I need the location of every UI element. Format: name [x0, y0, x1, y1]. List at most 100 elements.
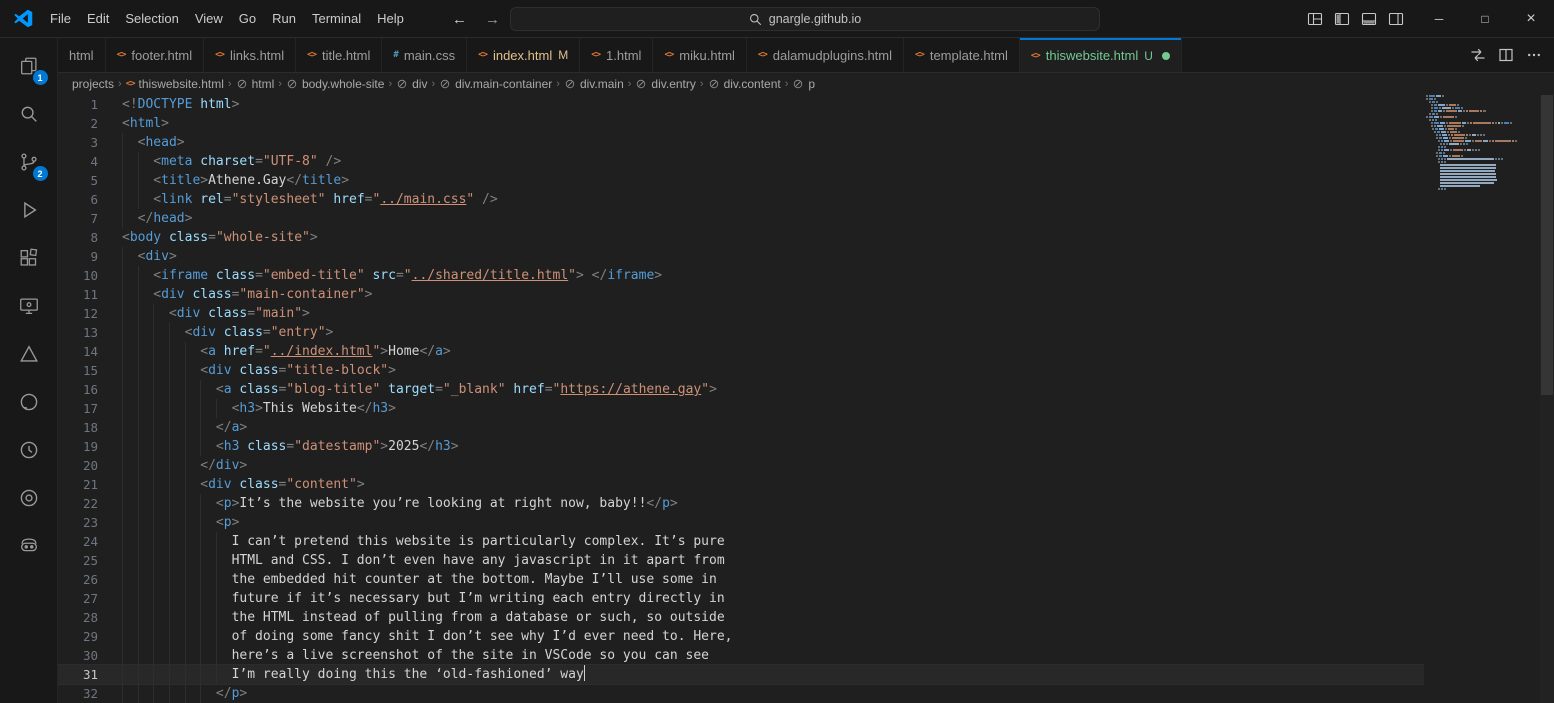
code-text[interactable]: here’s a live screenshot of the site in …	[122, 646, 1424, 665]
forward-button[interactable]: →	[485, 11, 500, 28]
breadcrumb-item-div.content[interactable]: div.content	[708, 77, 781, 91]
code-line[interactable]: 14 <a href="../index.html">Home</a>	[58, 342, 1424, 361]
unsaved-dot-icon[interactable]	[1162, 52, 1170, 60]
code-line[interactable]: 25 HTML and CSS. I don’t even have any j…	[58, 551, 1424, 570]
line-number[interactable]: 20	[58, 456, 122, 475]
code-line[interactable]: 29 of doing some fancy shit I don’t see …	[58, 627, 1424, 646]
code-text[interactable]: <a href="../index.html">Home</a>	[122, 342, 1424, 361]
code-line[interactable]: 28 the HTML instead of pulling from a da…	[58, 608, 1424, 627]
code-line[interactable]: 1<!DOCTYPE html>	[58, 95, 1424, 114]
menu-view[interactable]: View	[187, 7, 231, 30]
code-text[interactable]: <iframe class="embed-title" src="../shar…	[122, 266, 1424, 285]
line-number[interactable]: 16	[58, 380, 122, 399]
breadcrumb-item-thiswebsite.html[interactable]: <>thiswebsite.html	[126, 77, 224, 91]
code-line[interactable]: 23 <p>	[58, 513, 1424, 532]
open-changes-icon[interactable]	[1470, 47, 1486, 63]
line-number[interactable]: 29	[58, 627, 122, 646]
tab-links.html[interactable]: <>links.html	[204, 38, 296, 72]
code-text[interactable]: <div class="content">	[122, 475, 1424, 494]
menu-selection[interactable]: Selection	[117, 7, 186, 30]
tab-main.css[interactable]: #main.css	[382, 38, 467, 72]
code-text[interactable]: </div>	[122, 456, 1424, 475]
menu-edit[interactable]: Edit	[79, 7, 117, 30]
line-number[interactable]: 14	[58, 342, 122, 361]
breadcrumb-item-body.whole-site[interactable]: body.whole-site	[286, 77, 385, 91]
copilot-icon[interactable]	[5, 522, 53, 570]
code-line[interactable]: 26 the embedded hit counter at the botto…	[58, 570, 1424, 589]
breadcrumb-item-projects[interactable]: projects	[72, 77, 114, 91]
code-area[interactable]: 1<!DOCTYPE html>2<html>3 <head>4 <meta c…	[58, 95, 1424, 703]
line-number[interactable]: 2	[58, 114, 122, 133]
line-number[interactable]: 7	[58, 209, 122, 228]
code-line[interactable]: 30 here’s a live screenshot of the site …	[58, 646, 1424, 665]
command-center[interactable]: gnargle.github.io	[510, 7, 1100, 31]
line-number[interactable]: 9	[58, 247, 122, 266]
breadcrumb-item-html[interactable]: html	[236, 77, 275, 91]
code-line[interactable]: 27 future if it’s necessary but I’m writ…	[58, 589, 1424, 608]
code-text[interactable]: HTML and CSS. I don’t even have any java…	[122, 551, 1424, 570]
minimap[interactable]	[1426, 95, 1540, 703]
breadcrumb-item-div.main-container[interactable]: div.main-container	[439, 77, 552, 91]
tab-miku.html[interactable]: <>miku.html	[653, 38, 746, 72]
code-text[interactable]: future if it’s necessary but I’m writing…	[122, 589, 1424, 608]
code-line[interactable]: 21 <div class="content">	[58, 475, 1424, 494]
tab-template.html[interactable]: <>template.html	[904, 38, 1020, 72]
code-text[interactable]: <!DOCTYPE html>	[122, 95, 1424, 114]
code-text[interactable]: <a class="blog-title" target="_blank" hr…	[122, 380, 1424, 399]
code-line[interactable]: 2<html>	[58, 114, 1424, 133]
tab-title.html[interactable]: <>title.html	[296, 38, 382, 72]
maximize-button[interactable]: □	[1462, 0, 1508, 38]
line-number[interactable]: 4	[58, 152, 122, 171]
tab-footer.html[interactable]: <>footer.html	[106, 38, 205, 72]
line-number[interactable]: 12	[58, 304, 122, 323]
scrollbar-thumb[interactable]	[1541, 95, 1553, 395]
code-text[interactable]: I can’t pretend this website is particul…	[122, 532, 1424, 551]
code-text[interactable]: <h3>This Website</h3>	[122, 399, 1424, 418]
line-number[interactable]: 26	[58, 570, 122, 589]
split-editor-icon[interactable]	[1498, 47, 1514, 63]
code-text[interactable]: <div class="main">	[122, 304, 1424, 323]
breadcrumb-item-div.entry[interactable]: div.entry	[635, 77, 695, 91]
tab-thiswebsite.html[interactable]: <>thiswebsite.htmlU	[1020, 38, 1182, 72]
code-line[interactable]: 18 </a>	[58, 418, 1424, 437]
code-text[interactable]: the HTML instead of pulling from a datab…	[122, 608, 1424, 627]
toggle-secondary-sidebar-icon[interactable]	[1388, 11, 1404, 27]
code-line[interactable]: 16 <a class="blog-title" target="_blank"…	[58, 380, 1424, 399]
code-text[interactable]: <html>	[122, 114, 1424, 133]
code-line[interactable]: 4 <meta charset="UTF-8" />	[58, 152, 1424, 171]
code-text[interactable]: <head>	[122, 133, 1424, 152]
line-number[interactable]: 21	[58, 475, 122, 494]
line-number[interactable]: 24	[58, 532, 122, 551]
menu-run[interactable]: Run	[264, 7, 304, 30]
breadcrumb-item-div.main[interactable]: div.main	[564, 77, 624, 91]
minimize-button[interactable]: ─	[1416, 0, 1462, 38]
code-text[interactable]: of doing some fancy shit I don’t see why…	[122, 627, 1424, 646]
code-line[interactable]: 8<body class="whole-site">	[58, 228, 1424, 247]
line-number[interactable]: 31	[58, 665, 122, 684]
line-number[interactable]: 25	[58, 551, 122, 570]
code-text[interactable]: <div>	[122, 247, 1424, 266]
code-line[interactable]: 3 <head>	[58, 133, 1424, 152]
code-text[interactable]: <div class="title-block">	[122, 361, 1424, 380]
toggle-primary-sidebar-icon[interactable]	[1334, 11, 1350, 27]
code-line[interactable]: 22 <p>It’s the website you’re looking at…	[58, 494, 1424, 513]
line-number[interactable]: 30	[58, 646, 122, 665]
code-line[interactable]: 24 I can’t pretend this website is parti…	[58, 532, 1424, 551]
customize-layout-icon[interactable]	[1307, 11, 1323, 27]
code-line[interactable]: 32 </p>	[58, 684, 1424, 703]
explorer-icon[interactable]: 1	[5, 42, 53, 90]
search-icon[interactable]	[5, 90, 53, 138]
code-text[interactable]: </head>	[122, 209, 1424, 228]
code-line[interactable]: 20 </div>	[58, 456, 1424, 475]
code-line[interactable]: 5 <title>Athene.Gay</title>	[58, 171, 1424, 190]
code-line[interactable]: 15 <div class="title-block">	[58, 361, 1424, 380]
line-number[interactable]: 8	[58, 228, 122, 247]
code-line[interactable]: 19 <h3 class="datestamp">2025</h3>	[58, 437, 1424, 456]
code-line[interactable]: 11 <div class="main-container">	[58, 285, 1424, 304]
breadcrumb-item-div[interactable]: div	[396, 77, 427, 91]
close-button[interactable]: ×	[1508, 0, 1554, 38]
line-number[interactable]: 6	[58, 190, 122, 209]
line-number[interactable]: 23	[58, 513, 122, 532]
line-number[interactable]: 19	[58, 437, 122, 456]
menu-go[interactable]: Go	[231, 7, 264, 30]
